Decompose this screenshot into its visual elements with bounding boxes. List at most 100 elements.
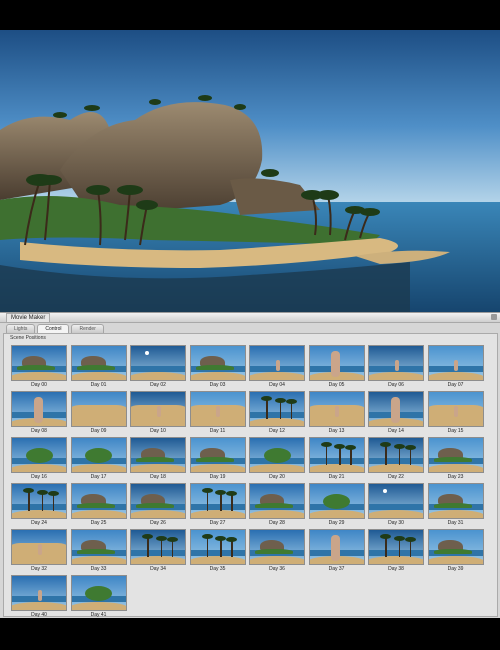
scene-thumbnail[interactable]: Day 07 bbox=[427, 345, 484, 389]
movie-maker-panel: Movie Maker Lights Control Render Scene … bbox=[0, 312, 500, 619]
scene-thumbnail[interactable]: Day 22 bbox=[368, 437, 424, 481]
scene-thumbnail-image bbox=[368, 529, 424, 565]
scene-thumbnail-label: Day 12 bbox=[269, 428, 285, 434]
scene-thumbnail[interactable]: Day 24 bbox=[11, 483, 67, 527]
scene-preview bbox=[0, 30, 500, 312]
scene-thumbnail[interactable]: Day 38 bbox=[368, 529, 424, 573]
tab-lights[interactable]: Lights bbox=[6, 324, 36, 333]
scene-thumbnail-label: Day 25 bbox=[90, 520, 107, 526]
scene-thumbnail[interactable]: Day 21 bbox=[308, 437, 365, 481]
scene-thumbnail[interactable]: Day 17 bbox=[70, 437, 127, 481]
scene-thumbnail-image bbox=[249, 391, 305, 427]
scene-thumbnail[interactable]: Day 08 bbox=[11, 391, 67, 435]
scene-thumbnail-image bbox=[427, 345, 484, 381]
tab-content: Scene Positions Day 00 Day 01 Day 02 Day 03… bbox=[3, 333, 498, 619]
scene-thumbnail[interactable]: Day 28 bbox=[249, 483, 305, 527]
scene-thumbnail[interactable]: Day 12 bbox=[249, 391, 305, 435]
scene-thumbnail[interactable]: Day 03 bbox=[189, 345, 246, 389]
scene-thumbnail[interactable]: Day 32 bbox=[11, 529, 67, 573]
scene-thumbnail-image bbox=[368, 345, 424, 381]
scene-thumbnail-image bbox=[427, 437, 484, 473]
scene-thumbnail-image bbox=[130, 529, 186, 565]
scene-thumbnail[interactable]: Day 41 bbox=[70, 575, 127, 619]
scene-thumbnail[interactable]: Day 20 bbox=[249, 437, 305, 481]
scene-thumbnail-image bbox=[427, 483, 484, 519]
scene-thumbnail[interactable]: Day 36 bbox=[249, 529, 305, 573]
scene-thumbnail-image bbox=[368, 437, 424, 473]
scene-thumbnail[interactable]: Day 01 bbox=[70, 345, 127, 389]
scene-thumbnail-label: Day 27 bbox=[209, 520, 226, 526]
scene-thumbnail-label: Day 05 bbox=[328, 382, 345, 388]
scene-thumbnail-image bbox=[189, 391, 246, 427]
scene-thumbnail-label: Day 24 bbox=[31, 520, 47, 526]
panel-menu-icon[interactable] bbox=[491, 314, 497, 320]
panel-titlebar[interactable]: Movie Maker bbox=[0, 313, 500, 323]
scene-thumbnail-label: Day 14 bbox=[388, 428, 404, 434]
scene-thumbnail[interactable]: Day 15 bbox=[427, 391, 484, 435]
scene-thumbnail[interactable]: Day 02 bbox=[130, 345, 186, 389]
scene-thumbnail[interactable]: Day 23 bbox=[427, 437, 484, 481]
scene-thumbnail[interactable]: Day 06 bbox=[368, 345, 424, 389]
scene-thumbnail-image bbox=[130, 391, 186, 427]
scene-thumbnail-image bbox=[11, 437, 67, 473]
scene-thumbnail[interactable]: Day 10 bbox=[130, 391, 186, 435]
scene-thumbnail-label: Day 26 bbox=[150, 520, 166, 526]
scene-thumbnail-image bbox=[130, 437, 186, 473]
tab-render[interactable]: Render bbox=[71, 324, 104, 333]
scene-thumbnail-image bbox=[130, 483, 186, 519]
scene-thumbnail-image bbox=[130, 345, 186, 381]
scene-thumbnail[interactable]: Day 00 bbox=[11, 345, 67, 389]
scene-thumbnail[interactable]: Day 16 bbox=[11, 437, 67, 481]
scene-thumbnail-label: Day 23 bbox=[447, 474, 464, 480]
tropical-island-render bbox=[0, 30, 500, 312]
scene-thumbnail-label: Day 07 bbox=[447, 382, 464, 388]
scene-thumbnail[interactable]: Day 14 bbox=[368, 391, 424, 435]
scene-thumbnail[interactable]: Day 33 bbox=[70, 529, 127, 573]
scene-thumbnail[interactable]: Day 18 bbox=[130, 437, 186, 481]
scene-thumbnail[interactable]: Day 30 bbox=[368, 483, 424, 527]
scene-thumbnail-image bbox=[308, 345, 365, 381]
scene-thumbnail-image bbox=[249, 345, 305, 381]
scene-thumbnail-image bbox=[189, 483, 246, 519]
scene-thumbnail-label: Day 37 bbox=[328, 566, 345, 572]
scene-thumbnail[interactable]: Day 05 bbox=[308, 345, 365, 389]
scene-thumbnail-label: Day 38 bbox=[388, 566, 404, 572]
scene-thumbnail[interactable]: Day 04 bbox=[249, 345, 305, 389]
scene-thumbnail[interactable]: Day 09 bbox=[70, 391, 127, 435]
scene-thumbnail-label: Day 39 bbox=[447, 566, 464, 572]
scene-thumbnail[interactable]: Day 40 bbox=[11, 575, 67, 619]
scene-thumbnail[interactable]: Day 25 bbox=[70, 483, 127, 527]
scene-thumbnail-image bbox=[189, 345, 246, 381]
scene-thumbnail[interactable]: Day 13 bbox=[308, 391, 365, 435]
scene-thumbnail-label: Day 33 bbox=[90, 566, 107, 572]
section-label: Scene Positions bbox=[10, 335, 46, 341]
scene-thumbnail-label: Day 04 bbox=[269, 382, 285, 388]
scene-thumbnail-image bbox=[11, 575, 67, 611]
scene-thumbnail-image bbox=[70, 529, 127, 565]
scene-thumbnail[interactable]: Day 29 bbox=[308, 483, 365, 527]
scene-thumbnail-label: Day 28 bbox=[269, 520, 285, 526]
scene-thumbnail-image bbox=[70, 483, 127, 519]
scene-thumbnail[interactable]: Day 31 bbox=[427, 483, 484, 527]
scene-thumbnail-image bbox=[70, 437, 127, 473]
scene-thumbnail-image bbox=[11, 391, 67, 427]
scene-thumbnail[interactable]: Day 34 bbox=[130, 529, 186, 573]
scene-thumbnail[interactable]: Day 35 bbox=[189, 529, 246, 573]
scene-thumbnail-label: Day 36 bbox=[269, 566, 285, 572]
scene-thumbnail[interactable]: Day 11 bbox=[189, 391, 246, 435]
tab-control[interactable]: Control bbox=[37, 324, 70, 333]
scene-thumbnail-image bbox=[70, 575, 127, 611]
scene-thumbnail-image bbox=[308, 437, 365, 473]
scene-thumbnail-image bbox=[249, 437, 305, 473]
scene-thumbnail-label: Day 01 bbox=[90, 382, 107, 388]
scene-thumbnail-image bbox=[308, 391, 365, 427]
scene-thumbnail-label: Day 00 bbox=[31, 382, 47, 388]
scene-thumbnail[interactable]: Day 39 bbox=[427, 529, 484, 573]
scene-thumbnail-label: Day 15 bbox=[447, 428, 464, 434]
scene-thumbnail[interactable]: Day 37 bbox=[308, 529, 365, 573]
scene-thumbnail[interactable]: Day 27 bbox=[189, 483, 246, 527]
scene-thumbnail[interactable]: Day 19 bbox=[189, 437, 246, 481]
scene-thumbnail-image bbox=[70, 345, 127, 381]
scene-thumbnail-label: Day 20 bbox=[269, 474, 285, 480]
scene-thumbnail[interactable]: Day 26 bbox=[130, 483, 186, 527]
